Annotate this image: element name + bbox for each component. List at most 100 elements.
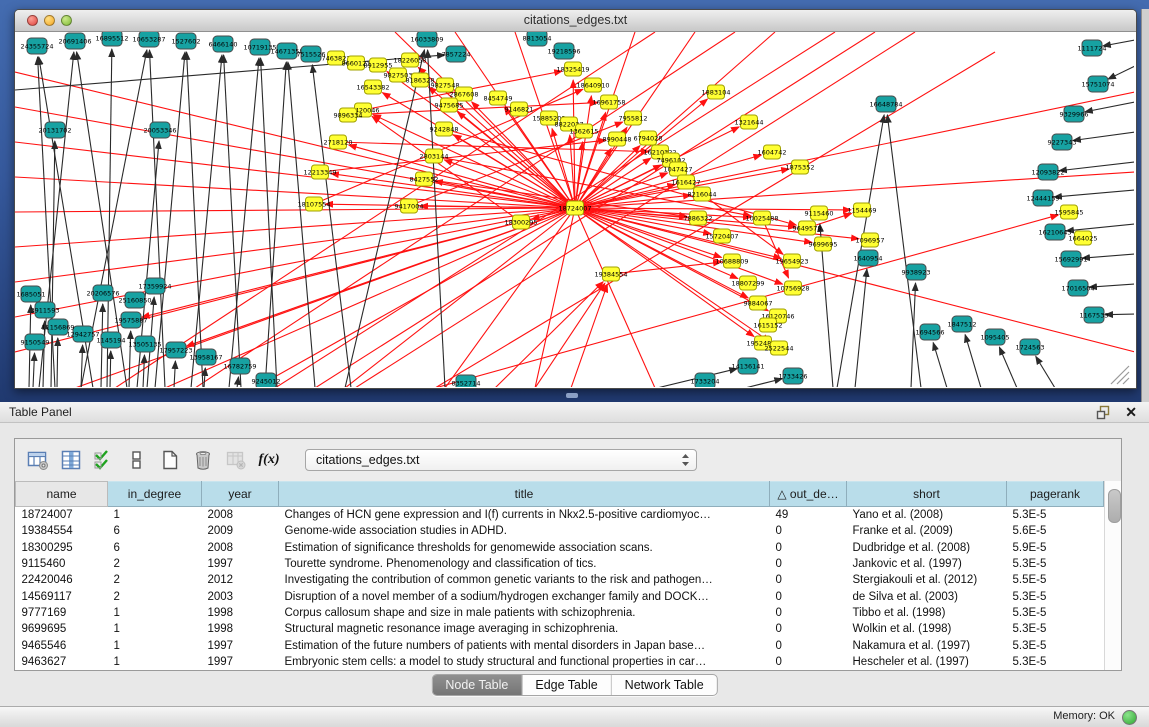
network-node[interactable]: 1733204 (691, 373, 720, 387)
table-row[interactable]: 946554611997Estimation of the future num… (16, 637, 1104, 653)
network-node[interactable]: 1664025 (1069, 231, 1098, 245)
network-node[interactable]: 19384554 (594, 267, 627, 281)
network-node[interactable]: 19218596 (547, 43, 580, 59)
network-node[interactable]: 9150549 (21, 334, 50, 350)
split-pane-divider[interactable] (566, 393, 578, 398)
network-node[interactable]: 8813054 (523, 32, 552, 46)
network-node[interactable]: 10688809 (715, 254, 748, 268)
network-node[interactable]: 1875352 (786, 160, 815, 174)
network-node[interactable]: 9329966 (1060, 106, 1089, 122)
network-node[interactable]: 1640954 (854, 250, 883, 266)
new-table-icon[interactable] (157, 447, 183, 473)
network-node[interactable]: 7857224 (442, 46, 471, 62)
network-node[interactable]: 9227343 (1048, 134, 1077, 150)
network-node[interactable]: 13505135 (128, 336, 161, 352)
minimize-window-icon[interactable] (44, 15, 55, 26)
network-node[interactable]: 9649578 (793, 221, 822, 235)
table-row[interactable]: 1456911722003Disruption of a novel membe… (16, 588, 1104, 604)
table-row[interactable]: 1830029562008Estimation of significance … (16, 540, 1104, 556)
network-node[interactable]: 16210643 (1038, 224, 1071, 240)
network-node[interactable]: 6794028 (634, 131, 663, 145)
network-canvas[interactable]: 2435572420691406168955121065328715276026… (15, 32, 1134, 387)
close-window-icon[interactable] (27, 15, 38, 26)
network-node[interactable]: 1883104 (702, 85, 731, 99)
network-node[interactable]: 24355724 (20, 38, 53, 54)
network-node[interactable]: 1694566 (916, 324, 945, 340)
memory-status-indicator[interactable] (1122, 710, 1137, 725)
resize-grip-icon[interactable] (1117, 372, 1129, 384)
network-node[interactable]: 14136141 (731, 358, 764, 374)
column-chooser-icon[interactable] (58, 447, 84, 473)
network-node[interactable]: 9938923 (902, 264, 931, 280)
network-node[interactable]: 1111724 (1078, 40, 1107, 56)
network-node[interactable]: 1724563 (1016, 339, 1045, 355)
collapsed-side-panel[interactable] (1141, 9, 1149, 402)
column-header-in_degree[interactable]: in_degree (108, 482, 202, 507)
tab-edge-table[interactable]: Edge Table (521, 675, 610, 695)
table-row[interactable]: 911546021997Tourette syndrome. Phenomeno… (16, 556, 1104, 572)
column-header-out_degree[interactable]: △ out_de… (770, 482, 847, 507)
network-node[interactable]: 6466140 (209, 36, 238, 52)
network-node[interactable]: 1096957 (856, 233, 885, 247)
network-node[interactable]: 1154469 (848, 203, 877, 217)
network-node[interactable]: 19654923 (775, 254, 808, 268)
function-builder-icon[interactable]: f(x) (256, 447, 282, 473)
network-node[interactable]: 12093822 (1031, 164, 1064, 180)
column-header-title[interactable]: title (279, 482, 770, 507)
network-node[interactable]: 25160850 (118, 292, 151, 308)
tab-network-table[interactable]: Network Table (611, 675, 717, 695)
zoom-window-icon[interactable] (61, 15, 72, 26)
network-node[interactable]: 3911593 (31, 302, 60, 318)
network-window-titlebar[interactable]: citations_edges.txt (15, 10, 1136, 32)
table-row[interactable]: 1872400712008Changes of HCN gene express… (16, 507, 1104, 524)
network-node[interactable]: 8990448 (603, 132, 632, 146)
network-node[interactable]: 8454749 (484, 91, 513, 105)
network-node[interactable]: 1595845 (1055, 205, 1084, 219)
network-node[interactable]: 1604742 (758, 145, 787, 159)
scrollbar-thumb[interactable] (1108, 489, 1121, 523)
select-all-icon[interactable] (91, 447, 117, 473)
table-row[interactable]: 2242004622012Investigating the contribut… (16, 572, 1104, 588)
table-settings-icon[interactable] (25, 447, 51, 473)
network-node[interactable]: 10756928 (776, 281, 809, 295)
network-node[interactable]: 16895512 (95, 32, 128, 46)
network-node[interactable]: 10653287 (132, 32, 165, 47)
column-header-year[interactable]: year (202, 482, 279, 507)
table-row[interactable]: 1938455462009Genome-wide association stu… (16, 523, 1104, 539)
close-panel-icon[interactable]: ✕ (1125, 403, 1137, 422)
network-node[interactable]: 18325419 (556, 62, 589, 76)
network-node[interactable]: 1847512 (948, 316, 977, 332)
network-node[interactable]: 17016504 (1061, 280, 1094, 296)
table-selector-dropdown[interactable]: citations_edges.txt (305, 449, 697, 471)
network-node[interactable]: 7955812 (619, 111, 648, 125)
delete-icon[interactable] (190, 447, 216, 473)
network-graph[interactable]: 2435572420691406168955121065328715276026… (15, 32, 1134, 387)
network-node[interactable]: 20206576 (86, 285, 119, 301)
network-node[interactable]: 18226058 (393, 53, 426, 67)
network-node[interactable]: 1733426 (779, 368, 808, 384)
network-node[interactable]: 9699695 (809, 237, 838, 251)
unselect-all-icon[interactable] (124, 447, 150, 473)
network-node[interactable]: 16543382 (356, 80, 389, 94)
network-node[interactable]: 1685051 (17, 286, 46, 302)
network-node[interactable]: 2718120 (324, 135, 353, 149)
table-row[interactable]: 969969511998Structural magnetic resonanc… (16, 621, 1104, 637)
network-node[interactable]: 12444159 (1026, 190, 1059, 206)
network-node[interactable]: 1167533 (1080, 307, 1109, 323)
float-panel-icon[interactable] (1096, 405, 1111, 420)
network-view-window[interactable]: citations_edges.txt 24355724 20691406 1689… (14, 9, 1137, 389)
network-node[interactable]: 1095405 (981, 329, 1010, 345)
table-row[interactable]: 977716911998Corpus callosum shape and si… (16, 605, 1104, 621)
network-node[interactable]: 16033809 (410, 32, 443, 47)
column-header-name[interactable]: name (16, 482, 108, 507)
network-node[interactable]: 1145194 (97, 332, 126, 348)
tab-node-table[interactable]: Node Table (432, 675, 521, 695)
column-header-short[interactable]: short (847, 482, 1007, 507)
column-header-pagerank[interactable]: pagerank (1007, 482, 1104, 507)
network-node[interactable]: 9115460 (805, 206, 834, 220)
table-scrollbar[interactable] (1104, 481, 1121, 670)
network-node[interactable]: 20691406 (58, 33, 91, 49)
network-node[interactable]: 15692991 (1054, 251, 1087, 267)
resize-grip-icon[interactable] (1123, 378, 1129, 384)
table-row[interactable]: 946362711997Embryonic stem cells: a mode… (16, 654, 1104, 670)
